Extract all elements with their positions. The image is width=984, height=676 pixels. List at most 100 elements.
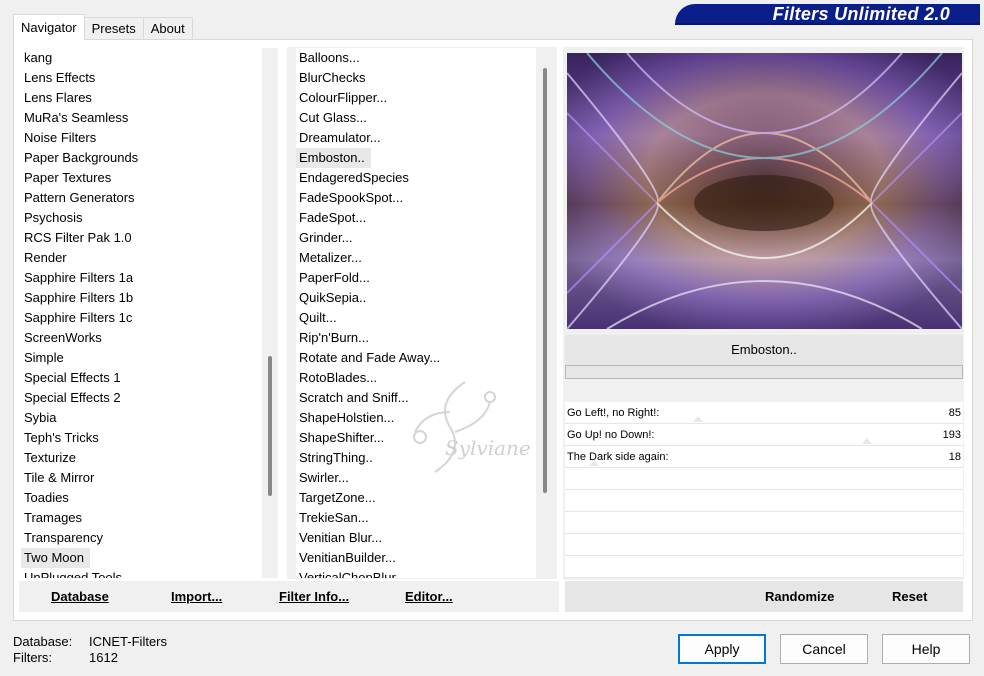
category-item[interactable]: Lens Flares	[21, 88, 92, 108]
filter-item[interactable]: StringThing..	[296, 448, 373, 468]
tab-navigator[interactable]: Navigator	[13, 14, 85, 40]
filters-label: Filters:	[13, 650, 52, 665]
import-button[interactable]: Import...	[171, 581, 222, 612]
param-value: 18	[948, 451, 961, 463]
filter-item[interactable]: Dreamulator...	[296, 128, 381, 148]
filter-item[interactable]: RotoBlades...	[296, 368, 377, 388]
filter-item[interactable]: Balloons...	[296, 48, 360, 68]
param-value: 85	[948, 407, 961, 419]
category-item[interactable]: Two Moon	[21, 548, 90, 568]
brand-title: Filters Unlimited 2.0	[772, 4, 950, 24]
category-item[interactable]: Simple	[21, 348, 64, 368]
category-list-scrollbar[interactable]	[262, 48, 278, 578]
param-row-empty	[565, 512, 963, 534]
preview-artwork	[567, 53, 962, 329]
category-item[interactable]: MuRa's Seamless	[21, 108, 128, 128]
category-item[interactable]: Teph's Tricks	[21, 428, 99, 448]
category-item[interactable]: Toadies	[21, 488, 69, 508]
filter-item[interactable]: Quilt...	[296, 308, 337, 328]
filter-item[interactable]: Swirler...	[296, 468, 349, 488]
help-button[interactable]: Help	[882, 634, 970, 664]
slider-thumb[interactable]	[589, 460, 599, 466]
cancel-button[interactable]: Cancel	[780, 634, 868, 664]
category-item[interactable]: Sapphire Filters 1c	[21, 308, 132, 328]
param-value: 193	[942, 429, 961, 441]
filter-item[interactable]: Venitian Blur...	[296, 528, 382, 548]
category-item[interactable]: Special Effects 2	[21, 388, 121, 408]
param-row-dark-side[interactable]: The Dark side again: 18	[565, 446, 963, 468]
filter-item[interactable]: VenitianBuilder...	[296, 548, 396, 568]
category-list[interactable]: kang Lens Effects Lens Flares MuRa's Seamle…	[21, 48, 261, 578]
category-item[interactable]: Sybia	[21, 408, 57, 428]
param-row-empty	[565, 490, 963, 512]
param-row-empty	[565, 556, 963, 578]
left-button-bar: Database Import... Filter Info... Editor…	[19, 581, 559, 612]
param-label: Go Left!, no Right!:	[567, 407, 660, 419]
filter-item[interactable]: FadeSpookSpot...	[296, 188, 403, 208]
category-item[interactable]: Render	[21, 248, 67, 268]
category-item[interactable]: Noise Filters	[21, 128, 96, 148]
filter-info-button[interactable]: Filter Info...	[279, 581, 349, 612]
param-label: The Dark side again:	[567, 451, 669, 463]
param-row-go-up[interactable]: Go Up! no Down!: 193	[565, 424, 963, 446]
apply-button[interactable]: Apply	[678, 634, 766, 664]
filter-list[interactable]: Balloons... BlurChecks ColourFlipper... Cut…	[296, 48, 536, 578]
param-row-go-left[interactable]: Go Left!, no Right!: 85	[565, 402, 963, 424]
category-item[interactable]: Paper Backgrounds	[21, 148, 138, 168]
category-item[interactable]: Sapphire Filters 1b	[21, 288, 133, 308]
filter-item[interactable]: VerticalChopBlur...	[296, 568, 406, 578]
selected-filter-name: Emboston..	[565, 335, 963, 365]
progress-bar	[565, 365, 963, 379]
filter-item[interactable]: ColourFlipper...	[296, 88, 387, 108]
filter-item[interactable]: TrekieSan...	[296, 508, 369, 528]
filter-item[interactable]: EndageredSpecies	[296, 168, 409, 188]
preview-image	[567, 53, 962, 329]
category-item[interactable]: Paper Textures	[21, 168, 111, 188]
filter-item[interactable]: FadeSpot...	[296, 208, 366, 228]
right-button-bar: Randomize Reset	[565, 581, 963, 612]
filter-item[interactable]: BlurChecks	[296, 68, 365, 88]
filter-item[interactable]: ShapeShifter...	[296, 428, 384, 448]
filter-scroll-thumb[interactable]	[543, 68, 547, 493]
category-item[interactable]: Tramages	[21, 508, 82, 528]
category-item[interactable]: UnPlugged Tools	[21, 568, 122, 578]
database-button[interactable]: Database	[51, 581, 109, 612]
param-label: Go Up! no Down!:	[567, 429, 655, 441]
category-item[interactable]: RCS Filter Pak 1.0	[21, 228, 132, 248]
filter-item[interactable]: PaperFold...	[296, 268, 370, 288]
category-item[interactable]: Psychosis	[21, 208, 83, 228]
filter-item[interactable]: Metalizer...	[296, 248, 362, 268]
filter-item[interactable]: Rotate and Fade Away...	[296, 348, 440, 368]
filter-list-scrollbar[interactable]	[537, 48, 553, 578]
filter-item[interactable]: ShapeHolstien...	[296, 408, 394, 428]
filter-item[interactable]: QuikSepia..	[296, 288, 366, 308]
editor-button[interactable]: Editor...	[405, 581, 453, 612]
randomize-button[interactable]: Randomize	[765, 581, 834, 612]
filters-count: 1612	[89, 650, 118, 665]
category-item[interactable]: kang	[21, 48, 52, 68]
category-item[interactable]: ScreenWorks	[21, 328, 102, 348]
tab-presets[interactable]: Presets	[83, 17, 144, 40]
filter-item[interactable]: Grinder...	[296, 228, 352, 248]
category-item[interactable]: Special Effects 1	[21, 368, 121, 388]
category-item[interactable]: Tile & Mirror	[21, 468, 94, 488]
tab-about[interactable]: About	[142, 17, 193, 40]
database-value: ICNET-Filters	[89, 634, 167, 649]
filter-item[interactable]: Scratch and Sniff...	[296, 388, 409, 408]
category-item[interactable]: Sapphire Filters 1a	[21, 268, 133, 288]
filter-item[interactable]: TargetZone...	[296, 488, 376, 508]
category-item[interactable]: Pattern Generators	[21, 188, 135, 208]
category-item[interactable]: Lens Effects	[21, 68, 95, 88]
reset-button[interactable]: Reset	[892, 581, 927, 612]
category-item[interactable]: Transparency	[21, 528, 103, 548]
param-row-empty	[565, 468, 963, 490]
database-label: Database:	[13, 634, 73, 649]
param-row-empty	[565, 534, 963, 556]
filter-item[interactable]: Cut Glass...	[296, 108, 367, 128]
filter-item[interactable]: Rip'n'Burn...	[296, 328, 369, 348]
slider-thumb[interactable]	[693, 416, 703, 422]
category-item[interactable]: Texturize	[21, 448, 76, 468]
category-scroll-thumb[interactable]	[268, 356, 272, 496]
slider-thumb[interactable]	[862, 438, 872, 444]
filter-item[interactable]: Emboston..	[296, 148, 371, 168]
